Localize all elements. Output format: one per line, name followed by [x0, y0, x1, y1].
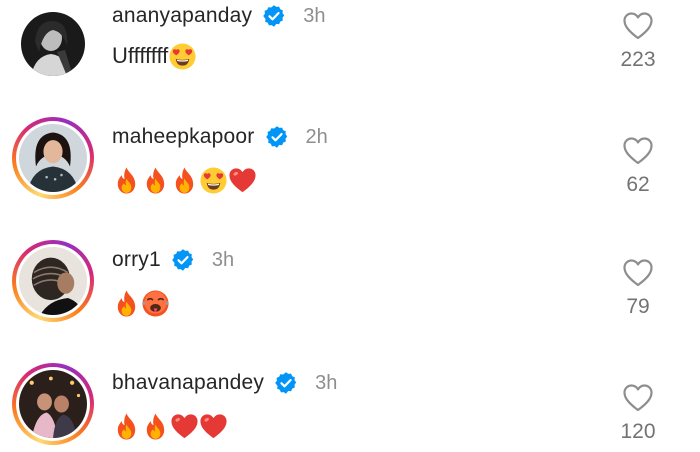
like-heart-icon[interactable]	[623, 137, 653, 165]
avatar-ring	[16, 121, 90, 195]
hot-face-emoji-icon	[141, 289, 170, 318]
avatar-photo	[21, 12, 85, 76]
avatar[interactable]	[12, 240, 94, 322]
like-column: 62	[598, 137, 678, 197]
avatar-ring	[16, 7, 90, 81]
comment-header: bhavanapandey 3h	[112, 367, 337, 399]
verified-badge-icon	[274, 371, 298, 395]
fire-emoji-icon	[112, 412, 141, 441]
avatar[interactable]	[12, 363, 94, 445]
avatar-image	[21, 12, 85, 76]
red-heart-emoji-icon	[228, 166, 257, 195]
comment-header: maheepkapoor 2h	[112, 121, 328, 153]
fire-emoji-icon	[170, 166, 199, 195]
emoji-row	[112, 412, 228, 441]
heart-eyes-emoji-icon	[168, 42, 197, 71]
username-link[interactable]: ananyapanday	[112, 4, 252, 28]
avatar-ring	[16, 244, 90, 318]
fire-emoji-icon	[112, 166, 141, 195]
avatar-ring	[16, 367, 90, 441]
username-link[interactable]: orry1	[112, 248, 161, 272]
like-column: 223	[598, 12, 678, 72]
heart-eyes-emoji-icon	[199, 166, 228, 195]
comment-body	[112, 162, 257, 198]
avatar-photo	[19, 247, 87, 315]
comment-header: orry1 3h	[112, 244, 234, 276]
comment-timestamp: 3h	[315, 371, 338, 394]
emoji-row	[112, 166, 257, 195]
like-count[interactable]: 223	[620, 48, 655, 72]
avatar[interactable]	[12, 117, 94, 199]
avatar-photo	[19, 370, 87, 438]
emoji-row	[168, 42, 197, 71]
avatar[interactable]	[12, 3, 94, 85]
avatar-image	[19, 124, 87, 192]
comment-timestamp: 2h	[305, 125, 328, 148]
like-column: 120	[598, 384, 678, 444]
username-link[interactable]: bhavanapandey	[112, 371, 264, 395]
comment-header: ananyapanday 3h	[112, 0, 325, 32]
fire-emoji-icon	[112, 289, 141, 318]
verified-badge-icon	[171, 248, 195, 272]
like-heart-icon[interactable]	[623, 384, 653, 412]
fire-emoji-icon	[141, 166, 170, 195]
like-heart-icon[interactable]	[623, 259, 653, 287]
red-heart-emoji-icon	[199, 412, 228, 441]
like-count[interactable]: 62	[626, 173, 649, 197]
comment-timestamp: 3h	[303, 4, 326, 27]
comment-timestamp: 3h	[211, 248, 235, 271]
verified-badge-icon	[262, 4, 286, 28]
avatar-photo	[19, 124, 87, 192]
avatar-image	[19, 247, 87, 315]
username-link[interactable]: maheepkapoor	[112, 125, 255, 149]
avatar-image	[19, 370, 87, 438]
comment-body	[112, 285, 170, 321]
comment-body: Ufffffff	[112, 38, 197, 74]
like-count[interactable]: 79	[626, 295, 649, 319]
fire-emoji-icon	[141, 412, 170, 441]
like-count[interactable]: 120	[620, 420, 655, 444]
red-heart-emoji-icon	[170, 412, 199, 441]
like-heart-icon[interactable]	[623, 12, 653, 40]
comment-text: Ufffffff	[112, 43, 169, 68]
verified-badge-icon	[265, 125, 289, 149]
emoji-row	[112, 289, 170, 318]
comment-body	[112, 408, 228, 444]
like-column: 79	[598, 259, 678, 319]
